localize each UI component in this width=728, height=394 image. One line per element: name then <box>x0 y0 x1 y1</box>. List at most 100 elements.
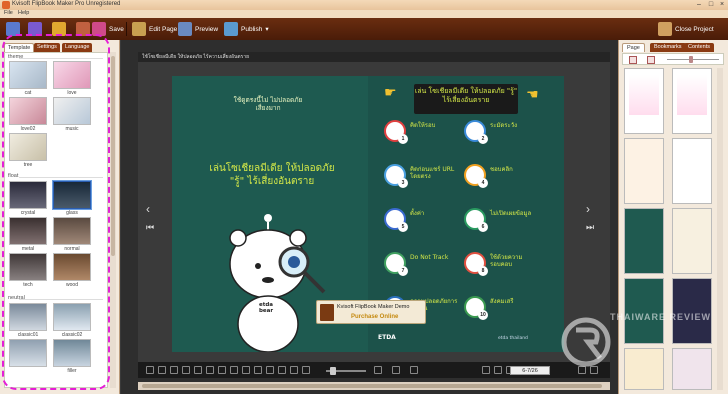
edit-page-icon <box>132 22 146 36</box>
page-thumb[interactable] <box>624 138 664 204</box>
tip-title: ไม่เปิดเผยข้อมูล <box>490 210 532 217</box>
page-tools <box>622 53 724 65</box>
etda-bear-badge: etda bear <box>258 302 274 314</box>
tip-title: คิดให้รอบ <box>410 122 436 129</box>
book-control-icon[interactable] <box>158 366 166 374</box>
handwritten-note: ใช้ดูตรงนี้ไม่ ไม่ปลอดภัย เสี่ยงมาก <box>233 96 303 112</box>
menu-file[interactable]: File <box>4 10 13 16</box>
book-control-icon[interactable] <box>218 366 226 374</box>
window-titlebar: Kvisoft FlipBook Maker Pro Unregistered … <box>0 0 728 10</box>
book-control-icon[interactable] <box>242 366 250 374</box>
book-control-icon[interactable] <box>290 366 298 374</box>
previous-page-icon[interactable]: ‹ <box>146 202 150 216</box>
close-project-icon <box>658 22 672 36</box>
tip-title: ระมัดระวัง <box>490 122 518 129</box>
close-window-icon[interactable]: × <box>717 1 727 9</box>
first-page-icon[interactable]: ⏮ <box>146 222 154 233</box>
demo-watermark-banner[interactable]: Kvisoft FlipBook Maker Demo Purchase Onl… <box>316 300 426 324</box>
tab-bookmarks[interactable]: Bookmarks <box>650 43 686 52</box>
highlight-annotation <box>2 34 110 390</box>
tip-number: 8 <box>478 266 488 276</box>
page-thumb[interactable] <box>624 208 664 274</box>
etda-social-handle: etda thailand <box>498 336 528 341</box>
close-project-label: Close Project <box>675 25 714 33</box>
menu-bar: File Help <box>0 10 728 18</box>
pointing-hand-left-icon: ☛ <box>384 84 397 100</box>
book-control-icon[interactable] <box>278 366 286 374</box>
watermark-text: THAIWARE REVIEW <box>610 312 712 322</box>
tip-number: 10 <box>478 310 488 320</box>
last-page-icon[interactable]: ⏭ <box>586 222 594 233</box>
book-control-icon[interactable] <box>410 366 418 374</box>
page-number-field[interactable]: 6-7/26 <box>510 366 550 375</box>
left-page-headline: เล่นโซเชียลมีเดีย ให้ปลอดภัย "รู้" ไร้เส… <box>209 163 335 187</box>
book-control-icon[interactable] <box>482 366 490 374</box>
book-title: ใช้โซเชียลมีเดีย ให้ปลอดภัย ไร้ความเสี่ย… <box>142 54 250 60</box>
publish-button[interactable]: Publish ▾ <box>224 20 269 38</box>
book-control-icon[interactable] <box>206 366 214 374</box>
tip-number: 2 <box>478 134 488 144</box>
template-list-scrollbar[interactable] <box>110 52 116 388</box>
thaiware-review-watermark: THAIWARE REVIEW <box>560 302 726 390</box>
page-thumb[interactable] <box>672 208 712 274</box>
next-page-icon[interactable]: › <box>586 202 590 216</box>
tip-title: ชอบคลิก <box>490 166 513 173</box>
main-toolbar: Save Edit Page Preview Publish ▾ Close P… <box>0 18 728 40</box>
tip-number: 7 <box>398 266 408 276</box>
menu-help[interactable]: Help <box>18 10 29 16</box>
thumbnail-size-handle[interactable] <box>689 56 693 63</box>
book-control-icon[interactable] <box>494 366 502 374</box>
tip-number: 6 <box>478 222 488 232</box>
preview-label: Preview <box>195 25 219 33</box>
book-control-icon[interactable] <box>266 366 274 374</box>
book-title-bar: ใช้โซเชียลมีเดีย ให้ปลอดภัย ไร้ความเสี่ย… <box>138 52 610 62</box>
demo-banner-title: Kvisoft FlipBook Maker Demo <box>337 304 410 310</box>
publish-icon <box>224 22 238 36</box>
minimize-icon[interactable]: – <box>694 1 704 9</box>
kvisoft-book-icon <box>320 304 334 321</box>
horizontal-scrollbar[interactable] <box>138 382 610 390</box>
tip-number: 4 <box>478 178 488 188</box>
book-control-icon[interactable] <box>170 366 178 374</box>
add-page-icon[interactable] <box>629 56 637 64</box>
maximize-icon[interactable]: □ <box>706 1 716 9</box>
bear-mascot-icon <box>229 214 326 352</box>
book-control-icon[interactable] <box>254 366 262 374</box>
book-control-icon[interactable] <box>302 366 310 374</box>
chevron-down-icon: ▾ <box>265 26 269 33</box>
tip-title: สังคมเสรี <box>490 298 514 305</box>
edit-page-button[interactable]: Edit Page <box>132 20 177 38</box>
delete-page-icon[interactable] <box>647 56 655 64</box>
tip-number: 5 <box>398 222 408 232</box>
book-control-icon[interactable] <box>146 366 154 374</box>
save-label: Save <box>109 25 124 33</box>
zoom-slider-handle[interactable] <box>330 367 336 375</box>
page-thumb[interactable] <box>672 68 712 134</box>
right-page-banner: เล่น โซเชียลมีเดีย ให้ปลอดภัย "รู้" ไร้เ… <box>414 84 518 114</box>
tip-title: ตั้งค่า <box>410 210 425 217</box>
tip-title: คิดก่อนแชร์ URL โดยตรง <box>410 166 455 180</box>
page-thumb[interactable] <box>672 138 712 204</box>
tip-title: ใช้ด้วยความรอบคอบ <box>490 254 523 268</box>
tip-title: Do Not Track <box>410 254 449 261</box>
publish-label: Publish <box>241 25 263 33</box>
close-project-button[interactable]: Close Project <box>658 20 714 38</box>
app-icon <box>2 1 10 9</box>
book-control-icon[interactable] <box>194 366 202 374</box>
tab-contents[interactable]: Contents <box>684 43 715 52</box>
etda-footer-logo: ETDA <box>378 334 396 341</box>
book-control-icon[interactable] <box>374 366 382 374</box>
tab-page[interactable]: Page <box>622 43 645 52</box>
tip-number: 3 <box>398 178 408 188</box>
page-thumb[interactable] <box>624 68 664 134</box>
edit-page-label: Edit Page <box>149 25 178 33</box>
purchase-online-link[interactable]: Purchase Online <box>351 314 398 320</box>
window-title: Kvisoft FlipBook Maker Pro Unregistered <box>12 1 121 7</box>
book-control-icon[interactable] <box>230 366 238 374</box>
book-control-icon[interactable] <box>392 366 400 374</box>
tip-number: 1 <box>398 134 408 144</box>
preview-icon <box>178 22 192 36</box>
book-control-icon[interactable] <box>182 366 190 374</box>
preview-button[interactable]: Preview <box>178 20 218 38</box>
thumbnail-size-slider[interactable] <box>667 59 719 60</box>
